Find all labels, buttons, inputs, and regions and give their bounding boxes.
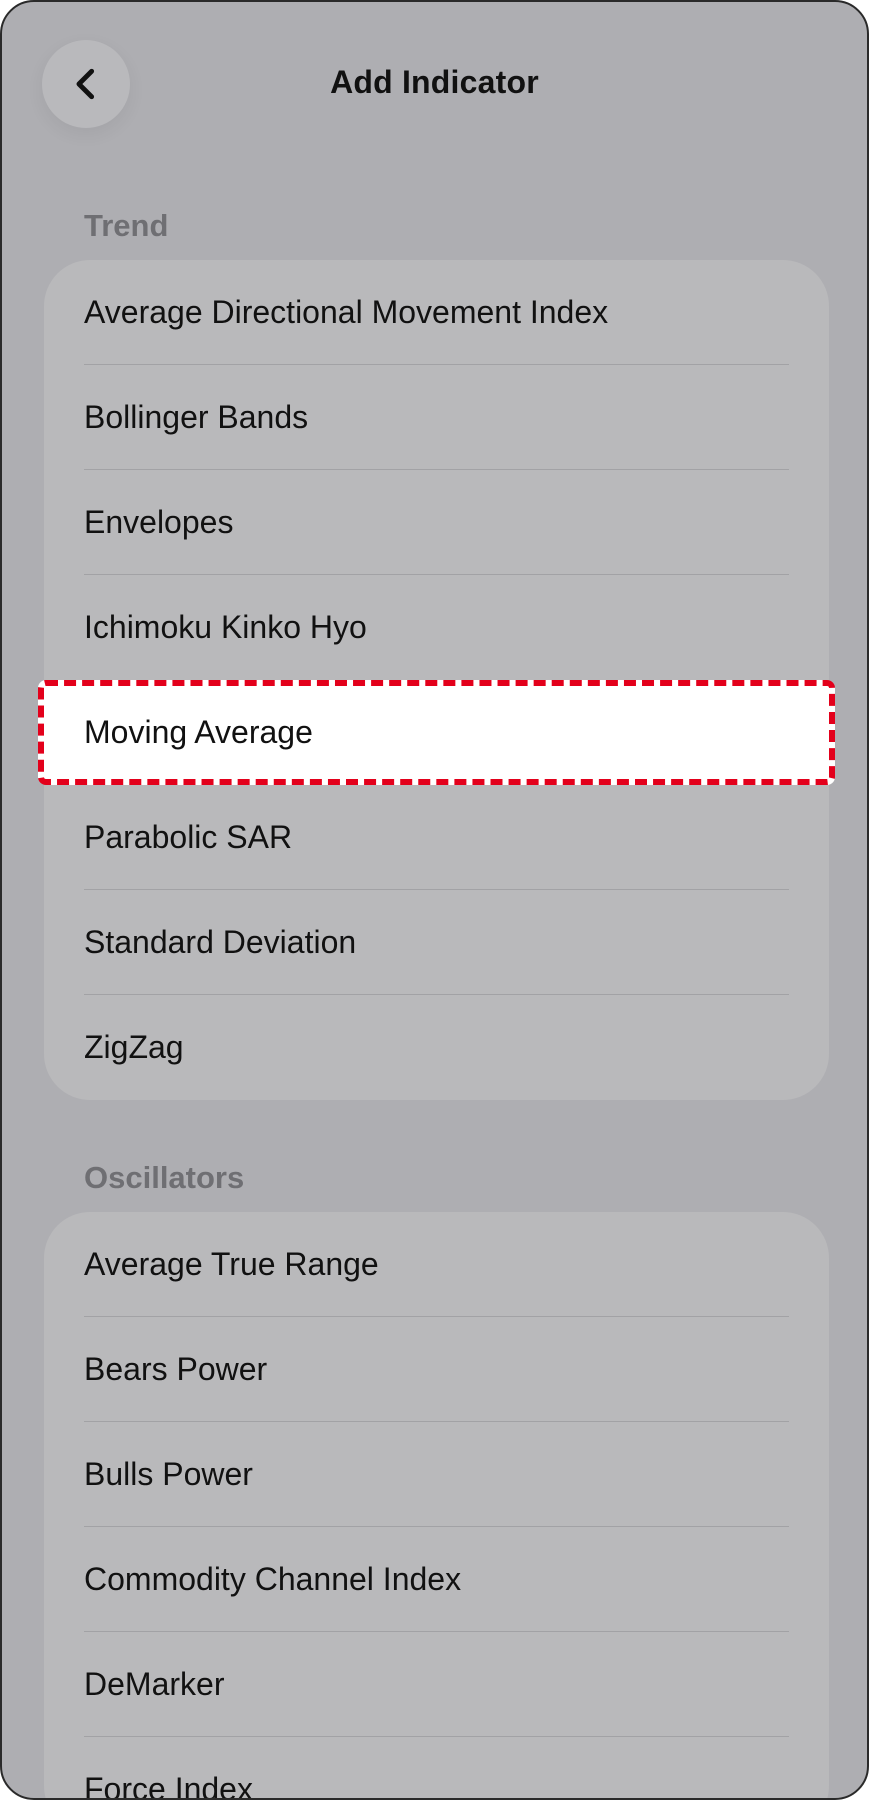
list-item-envelopes[interactable]: Envelopes	[44, 470, 829, 575]
list-item-demarker[interactable]: DeMarker	[44, 1632, 829, 1737]
app-screen: Add Indicator Trend Average Directional …	[0, 0, 869, 1800]
list-item-label: Commodity Channel Index	[84, 1561, 462, 1597]
list-item-label: Ichimoku Kinko Hyo	[84, 609, 367, 645]
list-item-parabolic-sar[interactable]: Parabolic SAR	[44, 785, 829, 890]
trend-indicator-list: Average Directional Movement Index Bolli…	[38, 260, 835, 1100]
list-item-label: Envelopes	[84, 504, 234, 540]
list-item-label: Parabolic SAR	[84, 819, 293, 855]
list-item-force-index[interactable]: Force Index	[44, 1737, 829, 1800]
list-item-average-true-range[interactable]: Average True Range	[44, 1212, 829, 1317]
list-item-label: Average Directional Movement Index	[84, 294, 609, 330]
nav-header: Add Indicator	[2, 2, 867, 162]
list-item-label: Bollinger Bands	[84, 399, 309, 435]
list-item-bears-power[interactable]: Bears Power	[44, 1317, 829, 1422]
list-item-label: Bears Power	[84, 1351, 268, 1387]
list-item-commodity-channel-index[interactable]: Commodity Channel Index	[44, 1527, 829, 1632]
list-item-label: Force Index	[84, 1771, 253, 1800]
list-item-bulls-power[interactable]: Bulls Power	[44, 1422, 829, 1527]
list-item-label: Average True Range	[84, 1246, 379, 1282]
list-item-label: Bulls Power	[84, 1456, 253, 1492]
list-item-label: Standard Deviation	[84, 924, 357, 960]
oscillators-indicator-list: Average True Range Bears Power Bulls Pow…	[44, 1212, 829, 1800]
section-header-oscillators: Oscillators	[84, 1160, 245, 1195]
list-item-bollinger-bands[interactable]: Bollinger Bands	[44, 365, 829, 470]
page-title: Add Indicator	[330, 64, 539, 100]
list-item-moving-average[interactable]: Moving Average	[38, 680, 835, 785]
list-item-average-directional-movement-index[interactable]: Average Directional Movement Index	[44, 260, 829, 365]
list-item-standard-deviation[interactable]: Standard Deviation	[44, 890, 829, 995]
list-item-zigzag[interactable]: ZigZag	[44, 995, 829, 1100]
list-item-ichimoku-kinko-hyo[interactable]: Ichimoku Kinko Hyo	[44, 575, 829, 680]
section-header-trend: Trend	[84, 208, 169, 243]
list-item-label: ZigZag	[84, 1029, 184, 1065]
list-item-label: Moving Average	[84, 714, 313, 750]
list-item-label: DeMarker	[84, 1666, 225, 1702]
